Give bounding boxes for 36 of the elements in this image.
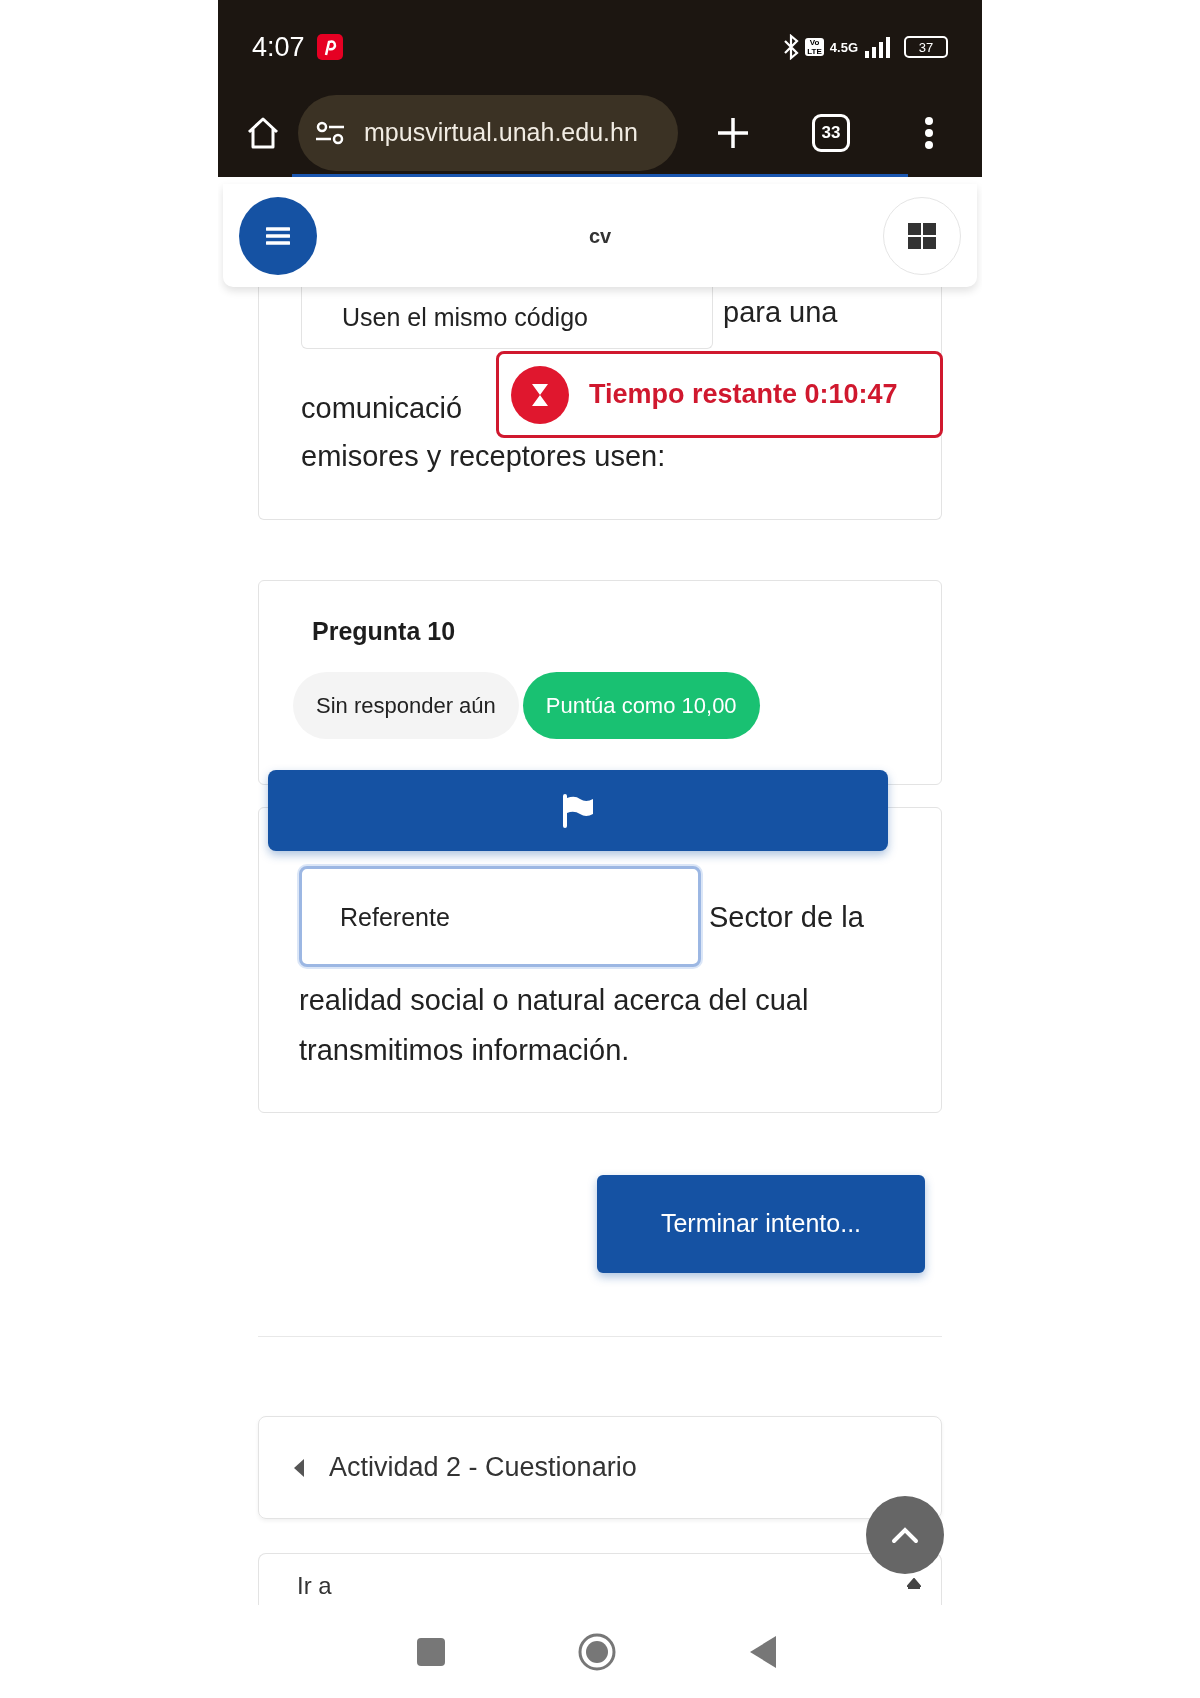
caret-icon bbox=[907, 1578, 921, 1590]
menu-icon bbox=[266, 225, 290, 246]
question-text: Sector de la bbox=[709, 899, 864, 935]
status-badge: Sin responder aún bbox=[293, 671, 519, 739]
answer-option[interactable]: Usen el mismo código bbox=[301, 287, 713, 349]
hourglass-icon bbox=[511, 365, 569, 424]
network-type: 4.5G bbox=[829, 39, 858, 57]
answer-field[interactable]: Referente bbox=[299, 866, 701, 967]
bluetooth-icon bbox=[783, 34, 800, 60]
signal-icon bbox=[864, 36, 890, 58]
new-tab-icon[interactable] bbox=[716, 115, 750, 150]
address-bar[interactable]: mpusvirtual.unah.edu.hn bbox=[298, 94, 678, 171]
previous-activity-link[interactable]: Actividad 2 - Cuestionario bbox=[258, 1416, 942, 1519]
site-settings-icon[interactable] bbox=[314, 119, 346, 146]
flag-icon bbox=[561, 793, 595, 828]
home-button-icon[interactable] bbox=[578, 1633, 616, 1671]
question-text: emisores y receptores usen: bbox=[301, 439, 667, 474]
more-menu-icon[interactable] bbox=[924, 115, 934, 150]
question-text: comunicació bbox=[301, 391, 463, 426]
volte-badge: Vo LTE bbox=[805, 38, 824, 56]
question-number: Pregunta 10 bbox=[312, 616, 457, 647]
question-text: realidad social o natural acerca del cual transmitimos información. bbox=[299, 983, 810, 1068]
back-icon[interactable] bbox=[750, 1636, 776, 1668]
app-notification-icon bbox=[316, 34, 343, 60]
grade-badge: Puntúa como 10,00 bbox=[522, 671, 760, 739]
time-remaining: Tiempo restante 0:10:47 bbox=[589, 378, 898, 412]
battery-indicator: 37 bbox=[904, 36, 948, 58]
finish-attempt-button[interactable]: Terminar intento... bbox=[597, 1175, 925, 1273]
site-title: cv bbox=[588, 223, 612, 249]
caret-left-icon bbox=[294, 1458, 304, 1477]
chevron-up-icon bbox=[891, 1526, 919, 1544]
url-text: mpusvirtual.unah.edu.hn bbox=[364, 116, 638, 148]
tab-count-button[interactable]: 33 bbox=[812, 113, 850, 152]
grid-icon bbox=[908, 222, 936, 249]
question-text: para una bbox=[723, 295, 838, 330]
clock-time: 4:07 bbox=[252, 30, 305, 64]
